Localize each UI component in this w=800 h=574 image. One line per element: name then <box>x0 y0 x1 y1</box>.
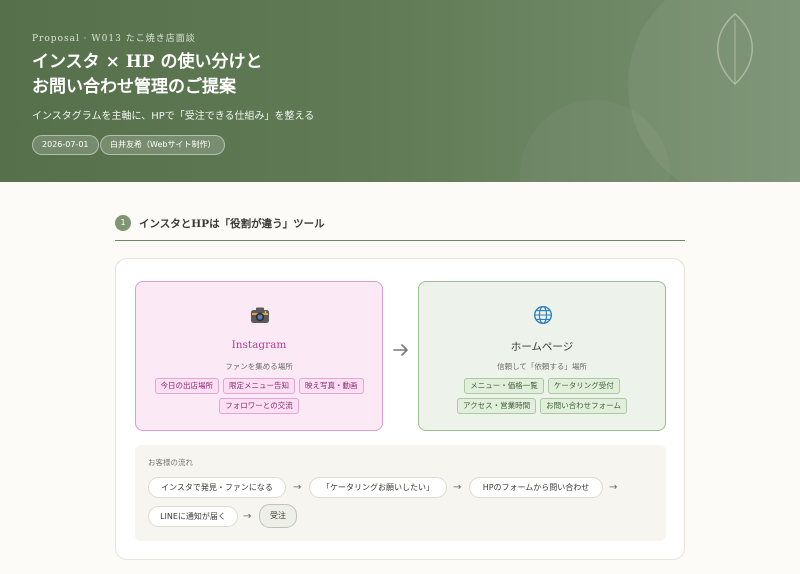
flow-arrow: → <box>293 482 302 493</box>
tag-list: 今日の出店場所 限定メニュー告知 映え写真・動画 フォロワーとの交流 <box>146 378 372 414</box>
camera-icon <box>251 307 269 323</box>
section-title: インスタとHPは「役割が違う」ツール <box>139 218 325 230</box>
tool-name: ホームページ <box>510 341 574 353</box>
feature-tag: ケータリング受付 <box>547 378 620 394</box>
flow-label: お客様の流れ <box>148 458 193 467</box>
flow-step: LINEに通知が届く <box>148 506 238 527</box>
tag-list: メニュー・価格一覧 ケータリング受付 アクセス・営業時間 お問い合わせフォーム <box>429 378 655 414</box>
homepage-panel: ホームページ 信頼して「依頼する」場所 メニュー・価格一覧 ケータリング受付 ア… <box>418 281 666 431</box>
flow-arrow: → <box>243 511 252 522</box>
globe-icon <box>533 305 553 325</box>
flow-step: HPのフォームから問い合わせ <box>469 477 603 498</box>
tool-name: Instagram <box>231 339 287 351</box>
feature-tag: お問い合わせフォーム <box>540 398 627 414</box>
content-card: Instagram ファンを集める場所 今日の出店場所 限定メニュー告知 映え写… <box>115 258 685 560</box>
feature-tag: 映え写真・動画 <box>299 378 364 394</box>
page-title-line: お問い合わせ管理のご提案 <box>32 77 236 97</box>
section-heading: 1 インスタとHPは「役割が違う」ツール <box>115 213 685 241</box>
feature-tag: 今日の出店場所 <box>154 378 219 394</box>
section-number-badge: 1 <box>115 215 131 231</box>
flow-step: 「ケータリングお願いしたい」 <box>309 477 447 498</box>
page-title-line: インスタ × HP の使い分けと <box>32 52 263 72</box>
eyebrow-text: Proposal · W013 たこ焼き店面談 <box>32 34 196 44</box>
hero-header: Proposal · W013 たこ焼き店面談 インスタ × HP の使い分けと… <box>0 0 800 182</box>
arrow-right-icon <box>393 344 408 356</box>
flow-arrow: → <box>453 482 462 493</box>
customer-flow: お客様の流れ インスタで発見・ファンになる → 「ケータリングお願いしたい」 →… <box>135 445 666 541</box>
feature-tag: メニュー・価格一覧 <box>464 378 544 394</box>
feature-tag: アクセス・営業時間 <box>457 398 537 414</box>
page-subtitle: インスタグラムを主軸に、HPで「受注できる仕組み」を整える <box>32 111 315 122</box>
feature-tag: フォロワーとの交流 <box>219 398 299 414</box>
page-title: インスタ × HP の使い分けと お問い合わせ管理のご提案 <box>32 50 263 100</box>
tool-description: 信頼して「依頼する」場所 <box>497 362 587 371</box>
feature-tag: 限定メニュー告知 <box>223 378 295 394</box>
leaf-icon <box>717 13 753 86</box>
tool-description: ファンを集める場所 <box>225 362 293 371</box>
flow-arrow: → <box>609 482 618 493</box>
instagram-panel: Instagram ファンを集める場所 今日の出店場所 限定メニュー告知 映え写… <box>135 281 383 431</box>
flow-step: インスタで発見・ファンになる <box>148 477 286 498</box>
date-chip: 2026-07-01 <box>32 135 99 155</box>
flow-step-final: 受注 <box>259 504 297 528</box>
author-chip: 白井友希（Webサイト制作） <box>100 135 226 155</box>
